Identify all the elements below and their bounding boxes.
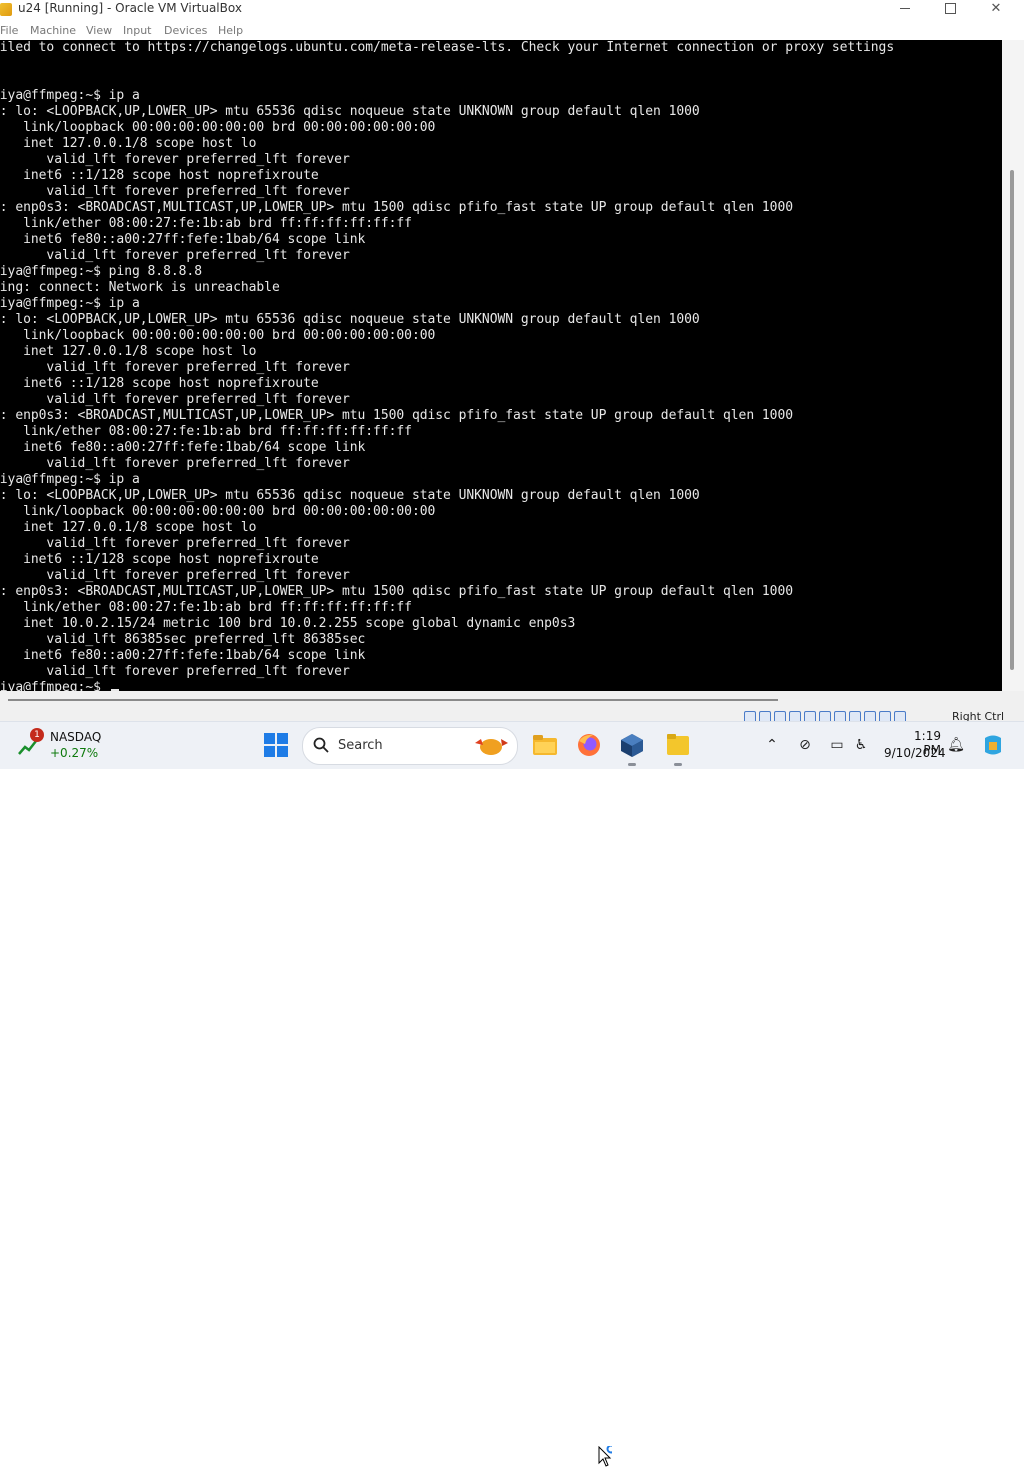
taskbar-search[interactable]: Search: [302, 727, 518, 765]
menu-item-input[interactable]: Input: [123, 24, 151, 37]
terminal-line: valid_lft forever preferred_lft forever: [0, 184, 350, 199]
terminal-screen[interactable]: ailed to connect to https://changelogs.u…: [0, 40, 1002, 691]
search-highlight-icon: [475, 739, 508, 755]
terminal-line: valid_lft forever preferred_lft forever: [0, 568, 350, 583]
terminal-line: inet6 ::1/128 scope host noprefixroute: [0, 376, 319, 391]
folder-app-icon[interactable]: [665, 732, 691, 758]
folder-app-running-indicator: [674, 763, 682, 766]
terminal-line: valid_lft 86385sec preferred_lft 86385se…: [0, 632, 366, 647]
terminal-line: valid_lft forever preferred_lft forever: [0, 536, 350, 551]
terminal-line: 1: lo: <LOOPBACK,UP,LOWER_UP> mtu 65536 …: [0, 104, 700, 119]
terminal-line: link/loopback 00:00:00:00:00:00 brd 00:0…: [0, 120, 436, 135]
close-icon: ✕: [990, 0, 1002, 16]
terminal-line: valid_lft forever preferred_lft forever: [0, 248, 350, 263]
menu-item-file[interactable]: File: [0, 24, 18, 37]
terminal-line: link/ether 08:00:27:fe:1b:ab brd ff:ff:f…: [0, 600, 412, 615]
windows-logo-icon: [264, 733, 275, 744]
accessibility-icon[interactable]: ♿: [852, 736, 870, 754]
menu-bar: File Machine View Input Devices Help: [0, 22, 1024, 40]
terminal-line: inet6 ::1/128 scope host noprefixroute: [0, 168, 319, 183]
terminal-line: link/loopback 00:00:00:00:00:00 brd 00:0…: [0, 504, 436, 519]
terminal-line: 2: enp0s3: <BROADCAST,MULTICAST,UP,LOWER…: [0, 200, 793, 215]
network-off-icon[interactable]: ⊘: [796, 736, 814, 754]
terminal-line: inet6 ::1/128 scope host noprefixroute: [0, 552, 319, 567]
maximize-button[interactable]: [927, 0, 973, 16]
clock-date[interactable]: 9/10/2024: [884, 746, 946, 760]
terminal-line: valid_lft forever preferred_lft forever: [0, 152, 350, 167]
file-explorer-icon[interactable]: [532, 732, 558, 758]
close-button[interactable]: ✕: [973, 0, 1019, 16]
notification-badge: 1: [30, 728, 44, 742]
terminal-line: inet6 fe80::a00:27ff:fefe:1bab/64 scope …: [0, 648, 366, 663]
stock-name: NASDAQ: [50, 730, 102, 744]
horizontal-scrollbar[interactable]: [8, 699, 778, 701]
scrollbar-thumb[interactable]: [1010, 170, 1014, 670]
terminal-line: liya@ffmpeg:~$ ip a: [0, 88, 140, 103]
maximize-icon: [944, 2, 956, 14]
terminal-line: inet 10.0.2.15/24 metric 100 brd 10.0.2.…: [0, 616, 576, 631]
mouse-pointer-icon: [598, 1446, 612, 1467]
terminal-line: inet 127.0.0.1/8 scope host lo: [0, 136, 257, 151]
terminal-line: valid_lft forever preferred_lft forever: [0, 456, 350, 471]
stock-widget[interactable]: 1 NASDAQ +0.27%: [18, 728, 118, 764]
firefox-icon[interactable]: [576, 732, 602, 758]
virtualbox-icon[interactable]: [619, 732, 645, 758]
vm-status-bar: Right Ctrl: [0, 691, 1024, 723]
copilot-icon[interactable]: [980, 732, 1006, 758]
menu-item-machine[interactable]: Machine: [30, 24, 76, 37]
terminal-line: 1: lo: <LOOPBACK,UP,LOWER_UP> mtu 65536 …: [0, 488, 700, 503]
menu-item-help[interactable]: Help: [218, 24, 243, 37]
windows-taskbar: 1 NASDAQ +0.27% Search ⌃ ⊘ ▭ ♿ 1:19 PM 9…: [0, 721, 1024, 1467]
terminal-line: 1: lo: <LOOPBACK,UP,LOWER_UP> mtu 65536 …: [0, 312, 700, 327]
virtualbox-running-indicator: [628, 763, 636, 766]
terminal-line: ailed to connect to https://changelogs.u…: [0, 40, 895, 55]
terminal-line: 2: enp0s3: <BROADCAST,MULTICAST,UP,LOWER…: [0, 408, 793, 423]
terminal-line: liya@ffmpeg:~$ ip a: [0, 296, 140, 311]
minimize-icon: [900, 7, 910, 9]
menu-item-devices[interactable]: Devices: [164, 24, 207, 37]
terminal-line: inet6 fe80::a00:27ff:fefe:1bab/64 scope …: [0, 232, 366, 247]
terminal-line: valid_lft forever preferred_lft forever: [0, 664, 350, 679]
terminal-line: liya@ffmpeg:~$ ping 8.8.8.8: [0, 264, 202, 279]
terminal-line: valid_lft forever preferred_lft forever: [0, 360, 350, 375]
terminal-line: valid_lft forever preferred_lft forever: [0, 392, 350, 407]
start-button[interactable]: [264, 733, 288, 757]
vertical-scrollbar[interactable]: [1002, 40, 1024, 691]
menu-item-view[interactable]: View: [86, 24, 112, 37]
terminal-prompt-line: liya@ffmpeg:~$: [0, 680, 119, 691]
terminal-line: inet6 fe80::a00:27ff:fefe:1bab/64 scope …: [0, 440, 366, 455]
search-placeholder: Search: [338, 738, 383, 753]
terminal-line: inet 127.0.0.1/8 scope host lo: [0, 344, 257, 359]
terminal-line: inet 127.0.0.1/8 scope host lo: [0, 520, 257, 535]
virtualbox-app-icon: [0, 3, 12, 16]
terminal-line: liya@ffmpeg:~$ ip a: [0, 472, 140, 487]
terminal-line: 2: enp0s3: <BROADCAST,MULTICAST,UP,LOWER…: [0, 584, 793, 599]
terminal-line: link/loopback 00:00:00:00:00:00 brd 00:0…: [0, 328, 436, 343]
notification-bell-icon[interactable]: 🔔︎: [947, 736, 965, 754]
terminal-line: link/ether 08:00:27:fe:1b:ab brd ff:ff:f…: [0, 216, 412, 231]
stock-change: +0.27%: [50, 746, 99, 760]
search-icon: [313, 737, 329, 753]
window-title: u24 [Running] - Oracle VM VirtualBox: [18, 1, 242, 15]
window-title-bar[interactable]: u24 [Running] - Oracle VM VirtualBox ✕: [0, 0, 1024, 22]
minimize-button[interactable]: [882, 0, 928, 16]
terminal-line: link/ether 08:00:27:fe:1b:ab brd ff:ff:f…: [0, 424, 412, 439]
terminal-line: ping: connect: Network is unreachable: [0, 280, 280, 295]
chevron-up-icon[interactable]: ⌃: [763, 736, 781, 754]
display-icon[interactable]: ▭: [828, 736, 846, 754]
